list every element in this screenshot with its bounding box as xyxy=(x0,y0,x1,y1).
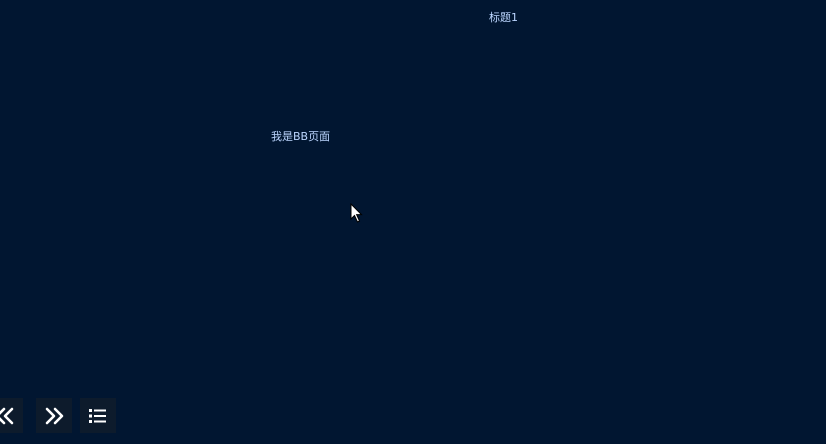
page: 标题1 我是BB页面 xyxy=(0,0,826,444)
next-button[interactable] xyxy=(36,398,72,433)
mouse-cursor-icon xyxy=(350,203,363,223)
menu-button[interactable] xyxy=(80,398,116,433)
page-title: 标题1 xyxy=(489,11,518,24)
double-chevron-left-icon xyxy=(0,407,14,424)
page-content-text: 我是BB页面 xyxy=(271,130,331,143)
previous-button[interactable] xyxy=(0,398,23,433)
list-icon xyxy=(89,408,106,423)
double-chevron-right-icon xyxy=(45,407,64,424)
